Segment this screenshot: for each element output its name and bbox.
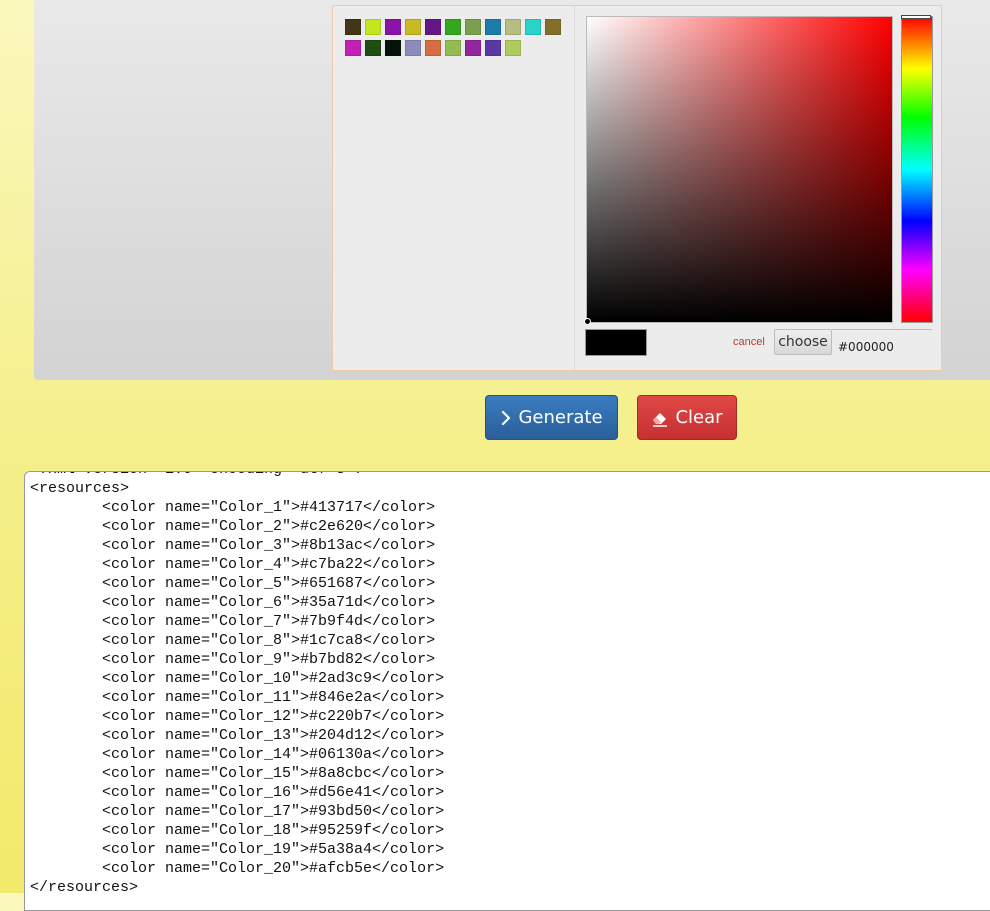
color-swatch[interactable] <box>445 19 461 35</box>
xml-line: <color name="Color_19">#5a38a4</color> <box>30 841 445 858</box>
xml-line: <color name="Color_20">#afcb5e</color> <box>30 860 445 877</box>
generate-button[interactable]: Generate <box>485 395 618 440</box>
color-swatch[interactable] <box>405 19 421 35</box>
color-swatch[interactable] <box>545 19 561 35</box>
color-swatch[interactable] <box>345 40 361 56</box>
color-swatch[interactable] <box>385 19 401 35</box>
xml-line: <color name="Color_4">#c7ba22</color> <box>30 556 436 573</box>
color-picker: cancel choose <box>332 5 942 371</box>
saturation-handle[interactable] <box>584 318 591 325</box>
xml-line: <color name="Color_10">#2ad3c9</color> <box>30 670 445 687</box>
choose-button[interactable]: choose <box>774 329 832 355</box>
cancel-link[interactable]: cancel <box>733 336 765 348</box>
generate-label: Generate <box>518 407 603 428</box>
color-swatch[interactable] <box>485 19 501 35</box>
color-swatch[interactable] <box>365 40 381 56</box>
swatch-palette <box>333 6 575 370</box>
picker-panel: cancel choose <box>34 0 990 380</box>
color-swatch[interactable] <box>465 19 481 35</box>
saturation-value-area[interactable] <box>584 16 893 325</box>
color-swatch[interactable] <box>485 40 501 56</box>
xml-line: <color name="Color_3">#8b13ac</color> <box>30 537 436 554</box>
xml-output-text: <?xml version="1.0" encoding="utf-8"?> <… <box>30 472 445 897</box>
xml-line: <color name="Color_8">#1c7ca8</color> <box>30 632 436 649</box>
xml-line: <resources> <box>30 480 130 497</box>
color-swatch[interactable] <box>525 19 541 35</box>
xml-line: <color name="Color_2">#c2e620</color> <box>30 518 436 535</box>
xml-line: <color name="Color_11">#846e2a</color> <box>30 689 445 706</box>
xml-line: <color name="Color_13">#204d12</color> <box>30 727 445 744</box>
xml-line: <color name="Color_7">#7b9f4d</color> <box>30 613 436 630</box>
color-swatch[interactable] <box>425 40 441 56</box>
color-preview <box>585 329 647 356</box>
xml-line: <color name="Color_18">#95259f</color> <box>30 822 445 839</box>
swatch-grid <box>345 19 567 61</box>
hue-handle[interactable] <box>901 15 931 19</box>
xml-line: <color name="Color_12">#c220b7</color> <box>30 708 445 725</box>
xml-output[interactable]: <?xml version="1.0" encoding="utf-8"?> <… <box>24 471 990 911</box>
hue-slider[interactable] <box>901 15 933 323</box>
color-swatch[interactable] <box>405 40 421 56</box>
clear-button[interactable]: Clear <box>637 395 737 440</box>
xml-line: <color name="Color_16">#d56e41</color> <box>30 784 445 801</box>
color-swatch[interactable] <box>505 19 521 35</box>
xml-line: <?xml version="1.0" encoding="utf-8"?> <box>30 472 372 478</box>
color-swatch[interactable] <box>385 40 401 56</box>
xml-line: <color name="Color_1">#413717</color> <box>30 499 436 516</box>
xml-line: </resources> <box>30 879 139 896</box>
color-swatch[interactable] <box>445 40 461 56</box>
color-swatch[interactable] <box>425 19 441 35</box>
hex-input[interactable] <box>832 329 932 357</box>
color-swatch[interactable] <box>365 19 381 35</box>
color-swatch[interactable] <box>465 40 481 56</box>
chevron-right-icon <box>500 410 512 426</box>
xml-line: <color name="Color_6">#35a71d</color> <box>30 594 436 611</box>
eraser-icon <box>651 409 669 427</box>
xml-line: <color name="Color_9">#b7bd82</color> <box>30 651 436 668</box>
clear-label: Clear <box>675 407 723 428</box>
xml-line: <color name="Color_14">#06130a</color> <box>30 746 445 763</box>
xml-line: <color name="Color_17">#93bd50</color> <box>30 803 445 820</box>
color-swatch[interactable] <box>505 40 521 56</box>
xml-line: <color name="Color_5">#651687</color> <box>30 575 436 592</box>
color-swatch[interactable] <box>345 19 361 35</box>
xml-line: <color name="Color_15">#8a8cbc</color> <box>30 765 445 782</box>
